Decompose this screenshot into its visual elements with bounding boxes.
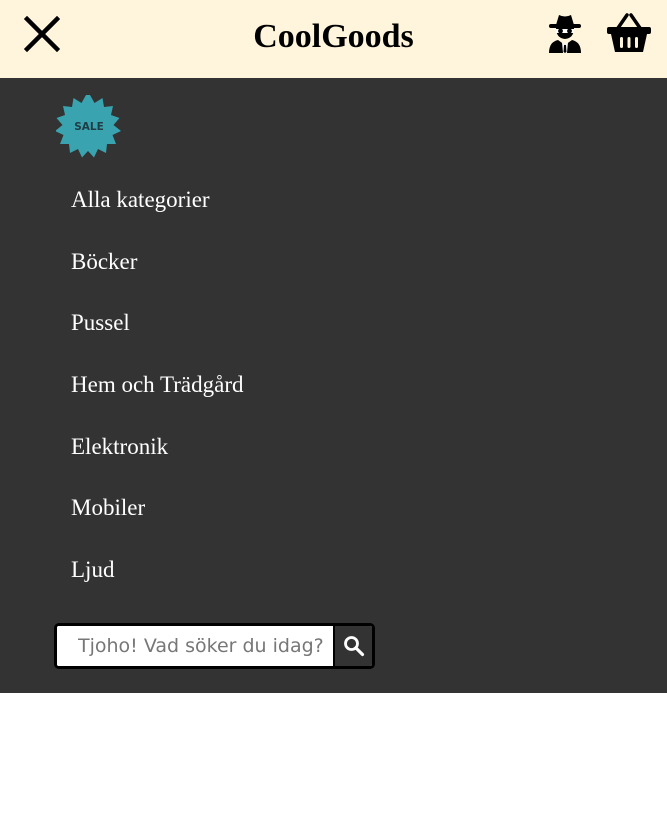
category-list: Alla kategorier Böcker Pussel Hem och Tr…: [71, 183, 243, 615]
account-button[interactable]: [546, 12, 584, 54]
menu-item-ljud[interactable]: Ljud: [71, 553, 243, 615]
menu-item-bocker[interactable]: Böcker: [71, 245, 243, 307]
site-header: CoolGoods: [0, 0, 667, 78]
sale-badge[interactable]: SALE: [55, 94, 124, 160]
search-button[interactable]: [333, 626, 372, 666]
close-icon: [23, 15, 61, 53]
sale-starburst-icon: SALE: [55, 95, 121, 158]
search-icon: [344, 636, 365, 657]
close-menu-button[interactable]: [23, 15, 61, 53]
cart-button[interactable]: [606, 12, 652, 54]
shopping-basket-icon: [607, 13, 651, 52]
menu-item-pussel[interactable]: Pussel: [71, 306, 243, 368]
search-input[interactable]: [57, 626, 333, 666]
menu-item-mobiler[interactable]: Mobiler: [71, 491, 243, 553]
sale-badge-text: SALE: [74, 121, 104, 133]
user-secret-icon: [549, 15, 581, 53]
navigation-menu: SALE Alla kategorier Böcker Pussel Hem o…: [0, 78, 667, 693]
menu-item-alla-kategorier[interactable]: Alla kategorier: [71, 183, 243, 245]
menu-item-hem-och-tradgard[interactable]: Hem och Trädgård: [71, 368, 243, 430]
menu-item-elektronik[interactable]: Elektronik: [71, 430, 243, 492]
search-form: [54, 623, 375, 669]
